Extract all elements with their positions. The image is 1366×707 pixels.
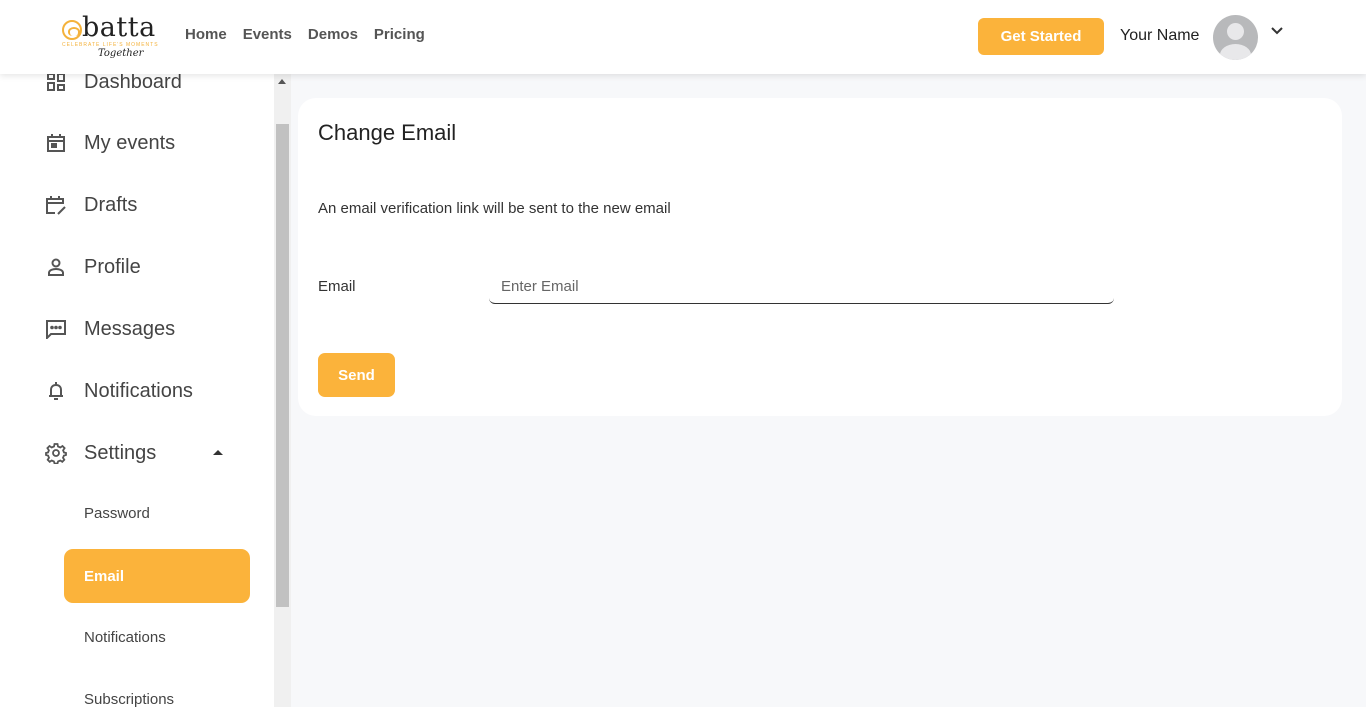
main-nav: Home Events Demos Pricing — [185, 26, 425, 43]
send-button[interactable]: Send — [318, 353, 395, 397]
sidebar-item-notifications[interactable]: Notifications — [44, 376, 193, 406]
sidebar-item-label: Notifications — [84, 379, 193, 402]
bell-icon — [44, 379, 68, 403]
sidebar-item-drafts[interactable]: Drafts — [44, 190, 137, 220]
nav-events[interactable]: Events — [243, 26, 292, 43]
sidebar-item-profile[interactable]: Profile — [44, 252, 141, 282]
user-avatar-icon[interactable] — [1213, 15, 1258, 60]
nav-home[interactable]: Home — [185, 26, 227, 43]
sidebar-item-label: Settings — [84, 441, 157, 464]
sidebar-item-label: Profile — [84, 255, 141, 278]
scroll-up-arrow-icon[interactable] — [278, 79, 286, 84]
chevron-down-icon[interactable] — [1270, 26, 1284, 36]
logo-script: Together — [98, 48, 144, 59]
person-icon — [44, 255, 68, 279]
caret-up-icon[interactable] — [212, 448, 224, 458]
change-email-card: Change Email An email verification link … — [298, 98, 1342, 416]
email-label: Email — [318, 278, 356, 295]
sidebar-item-label: Dashboard — [84, 74, 182, 93]
user-name[interactable]: Your Name — [1120, 27, 1199, 45]
dashboard-icon — [44, 74, 68, 94]
sidebar-item-messages[interactable]: Messages — [44, 314, 175, 344]
verification-description: An email verification link will be sent … — [318, 200, 671, 217]
settings-sub-email[interactable]: Email — [64, 549, 250, 603]
nav-pricing[interactable]: Pricing — [374, 26, 425, 43]
sidebar-item-label: My events — [84, 131, 176, 154]
batta-logo[interactable]: batta CELEBRATE LIFE'S MOMENTS Together — [60, 12, 170, 64]
nav-demos[interactable]: Demos — [308, 26, 358, 43]
sidebar-item-label: Messages — [84, 317, 176, 340]
sidebar: Dashboard My events Drafts Profile Messa… — [0, 74, 274, 707]
get-started-button[interactable]: Get Started — [978, 18, 1104, 55]
sidebar-item-label: Drafts — [84, 193, 138, 216]
settings-sub-password[interactable]: Password — [84, 505, 150, 522]
gear-icon — [44, 441, 68, 465]
message-icon — [44, 317, 68, 341]
sidebar-scrollbar[interactable] — [274, 74, 291, 707]
page-title: Change Email — [318, 120, 457, 145]
settings-sub-subscriptions[interactable]: Subscriptions — [84, 691, 174, 707]
settings-sub-notifications[interactable]: Notifications — [84, 629, 166, 646]
calendar-edit-icon — [44, 193, 68, 217]
sidebar-item-dashboard[interactable]: Dashboard — [44, 74, 182, 97]
sidebar-item-settings[interactable]: Settings — [44, 438, 156, 468]
sidebar-item-my-events[interactable]: My events — [44, 128, 175, 158]
scroll-thumb[interactable] — [276, 124, 289, 607]
email-input[interactable] — [489, 270, 1114, 304]
logo-text: batta — [82, 12, 156, 43]
logo-heart-icon — [62, 20, 82, 40]
top-header: batta CELEBRATE LIFE'S MOMENTS Together … — [0, 0, 1366, 74]
calendar-icon — [44, 131, 68, 155]
